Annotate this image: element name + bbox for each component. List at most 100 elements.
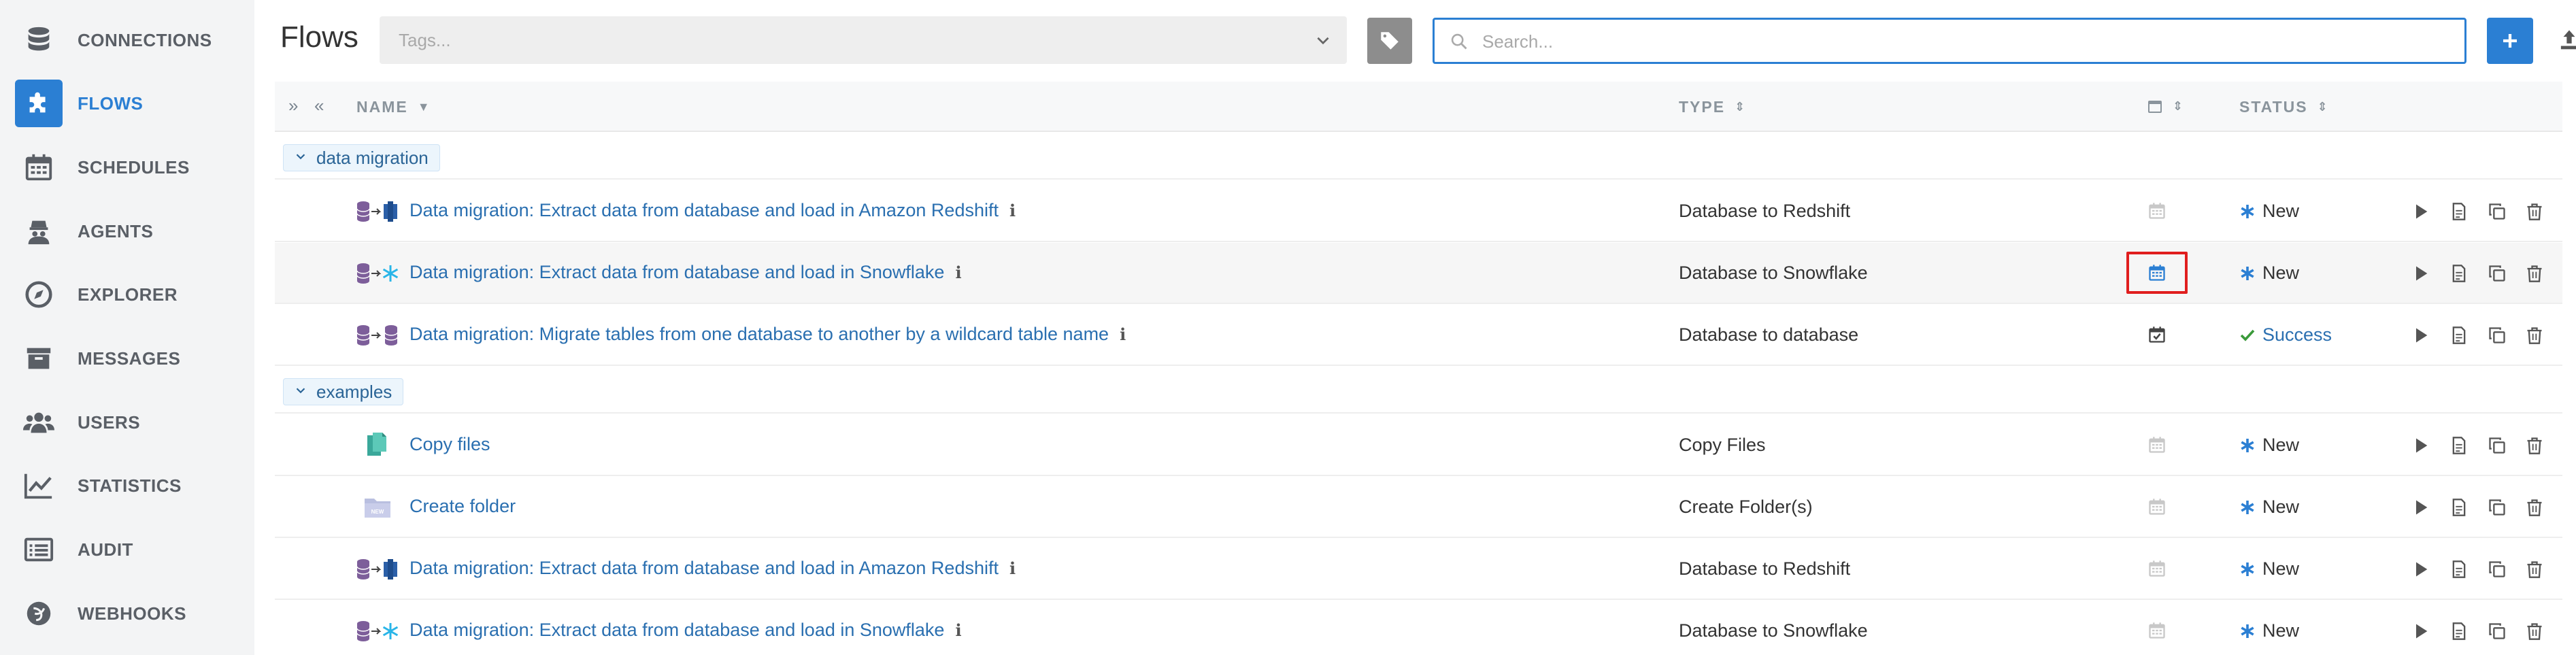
- column-header-status[interactable]: STATUS ⇕: [2239, 98, 2328, 116]
- flow-type: Database to Redshift: [1679, 558, 1851, 579]
- info-icon[interactable]: i: [1009, 201, 1016, 220]
- collapse-all-icon[interactable]: «: [314, 95, 324, 116]
- schedule-calendar-icon[interactable]: [2147, 263, 2167, 282]
- flow-name-link[interactable]: Data migration: Extract data from databa…: [409, 558, 1016, 579]
- duplicate-icon[interactable]: [2488, 202, 2507, 221]
- group-toggle[interactable]: data migration: [283, 144, 440, 171]
- db-to-snowflake-icon: [355, 618, 400, 644]
- delete-icon[interactable]: [2525, 622, 2544, 641]
- run-icon[interactable]: [2411, 436, 2430, 455]
- delete-icon[interactable]: [2525, 436, 2544, 455]
- duplicate-icon[interactable]: [2488, 436, 2507, 455]
- flow-name-link[interactable]: Data migration: Extract data from databa…: [409, 200, 1016, 221]
- sidebar-item-connections[interactable]: CONNECTIONS: [0, 12, 254, 68]
- flow-name-link[interactable]: Data migration: Migrate tables from one …: [409, 324, 1126, 345]
- sidebar-item-label: AUDIT: [78, 539, 133, 560]
- info-icon[interactable]: i: [1009, 558, 1016, 578]
- expand-all-icon[interactable]: »: [288, 95, 298, 116]
- status-badge: Success: [2239, 324, 2332, 346]
- sidebar-item-explorer[interactable]: EXPLORER: [0, 267, 254, 322]
- run-icon[interactable]: [2411, 202, 2430, 221]
- plus-icon: [2503, 34, 2517, 48]
- duplicate-icon[interactable]: [2488, 326, 2507, 345]
- flow-name-link[interactable]: Copy files: [409, 434, 490, 455]
- puzzle-icon: [15, 80, 63, 127]
- info-icon[interactable]: i: [955, 263, 961, 282]
- tag-icon: [1381, 32, 1399, 50]
- webhook-icon: [15, 590, 63, 637]
- check-icon: [2239, 327, 2256, 343]
- tags-placeholder: Tags...: [399, 30, 451, 50]
- run-icon[interactable]: [2411, 622, 2430, 641]
- duplicate-icon[interactable]: [2488, 498, 2507, 517]
- delete-icon[interactable]: [2525, 202, 2544, 221]
- calendar-icon: [15, 144, 63, 191]
- group-name: data migration: [316, 148, 429, 168]
- sidebar-item-label: FLOWS: [78, 93, 144, 114]
- sidebar-item-schedules[interactable]: SCHEDULES: [0, 139, 254, 195]
- db-to-db-icon: [355, 322, 400, 348]
- sidebar-item-flows[interactable]: FLOWS: [0, 75, 254, 131]
- delete-icon[interactable]: [2525, 264, 2544, 283]
- sidebar-item-users[interactable]: USERS: [0, 394, 254, 450]
- search-input[interactable]: [1482, 28, 2435, 55]
- sort-icon: ⇕: [2317, 100, 2328, 114]
- info-icon[interactable]: i: [1120, 324, 1126, 344]
- sidebar-item-webhooks[interactable]: WEBHOOKS: [0, 586, 254, 641]
- delete-icon[interactable]: [2525, 498, 2544, 517]
- tag-filter-button[interactable]: [1367, 18, 1412, 64]
- table-row: Copy files Copy Files New: [275, 415, 2562, 476]
- delete-icon[interactable]: [2525, 560, 2544, 579]
- run-icon[interactable]: [2411, 498, 2430, 517]
- duplicate-icon[interactable]: [2488, 264, 2507, 283]
- run-icon[interactable]: [2411, 560, 2430, 579]
- flow-type: Database to Snowflake: [1679, 620, 1868, 641]
- table-header: » « NAME ▼ TYPE ⇕ ⇕ STATUS ⇕: [275, 82, 2562, 132]
- duplicate-icon[interactable]: [2488, 560, 2507, 579]
- sidebar-item-statistics[interactable]: STATISTICS: [0, 458, 254, 514]
- compass-icon: [15, 271, 63, 318]
- delete-icon[interactable]: [2525, 326, 2544, 345]
- schedule-calendar-icon[interactable]: [2147, 497, 2167, 516]
- log-icon[interactable]: [2449, 498, 2469, 517]
- schedule-calendar-icon[interactable]: [2147, 325, 2167, 344]
- log-icon[interactable]: [2449, 560, 2469, 579]
- asterisk-icon: [2239, 499, 2256, 516]
- column-header-name[interactable]: NAME ▼: [356, 98, 430, 116]
- run-icon[interactable]: [2411, 264, 2430, 283]
- sidebar-item-label: USERS: [78, 412, 141, 433]
- log-icon[interactable]: [2449, 622, 2469, 641]
- sort-desc-icon: ▼: [417, 100, 430, 114]
- upload-icon[interactable]: [2559, 29, 2576, 52]
- sidebar-item-audit[interactable]: AUDIT: [0, 522, 254, 577]
- flow-name-link[interactable]: Data migration: Extract data from databa…: [409, 262, 962, 283]
- tags-select[interactable]: Tags...: [380, 16, 1347, 64]
- agent-icon: [15, 207, 63, 255]
- group-toggle[interactable]: examples: [283, 378, 404, 405]
- search-box[interactable]: [1433, 18, 2466, 64]
- add-flow-button[interactable]: [2487, 18, 2533, 64]
- users-icon: [15, 399, 63, 446]
- schedule-calendar-icon[interactable]: [2147, 435, 2167, 454]
- schedule-calendar-icon[interactable]: [2147, 621, 2167, 640]
- list-icon: [15, 526, 63, 573]
- duplicate-icon[interactable]: [2488, 622, 2507, 641]
- flow-name-link[interactable]: Data migration: Extract data from databa…: [409, 620, 962, 641]
- column-header-schedule[interactable]: ⇕: [2147, 98, 2183, 114]
- sidebar-item-messages[interactable]: MESSAGES: [0, 331, 254, 386]
- log-icon[interactable]: [2449, 202, 2469, 221]
- flow-type: Copy Files: [1679, 435, 1766, 455]
- flow-name-link[interactable]: Create folder: [409, 496, 516, 517]
- log-icon[interactable]: [2449, 436, 2469, 455]
- run-icon[interactable]: [2411, 326, 2430, 345]
- schedule-calendar-icon[interactable]: [2147, 201, 2167, 220]
- sidebar-item-agents[interactable]: AGENTS: [0, 203, 254, 259]
- log-icon[interactable]: [2449, 264, 2469, 283]
- log-icon[interactable]: [2449, 326, 2469, 345]
- flow-type: Database to Snowflake: [1679, 263, 1868, 283]
- schedule-calendar-icon[interactable]: [2147, 559, 2167, 578]
- column-header-type[interactable]: TYPE ⇕: [1679, 98, 1745, 116]
- group-row: examples: [275, 371, 2562, 414]
- copy-files-icon: [355, 433, 400, 458]
- info-icon[interactable]: i: [955, 620, 961, 640]
